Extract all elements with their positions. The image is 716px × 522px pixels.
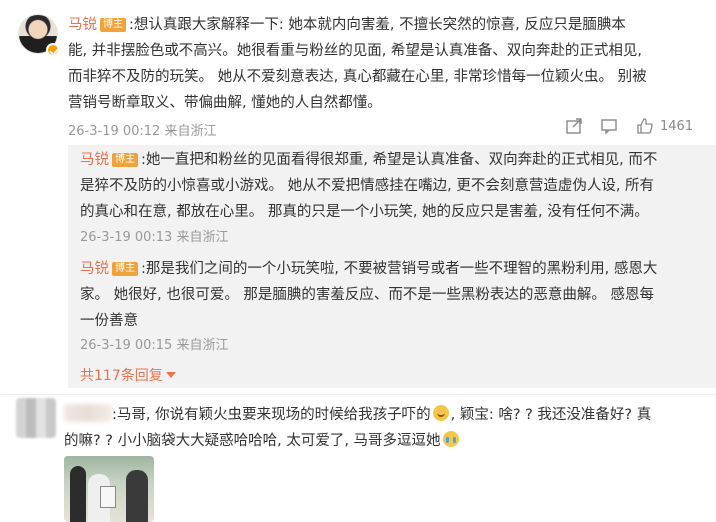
reply-meta: 26-3-19 00:13 来自浙江: [80, 226, 229, 245]
comment-text: 马锐 博主:想认真跟大家解释一下: 她本就内向害羞, 不擅长突然的惊喜, 反应只是…: [68, 12, 708, 116]
reply-meta: 26-3-19 00:15 来自浙江: [80, 334, 229, 353]
reply-line: 马锐 博主:那是我们之间的一个小玩笑啦, 不要被营销号或者一些不理智的黑粉利用, …: [80, 261, 658, 277]
sign-board: [100, 486, 116, 508]
image-thumbnail[interactable]: [64, 456, 154, 522]
comment-text: :马哥, 你说有颖火虫要来现场的时候给我孩子吓的, 颖宝: 啥? ? 我还没准备…: [112, 402, 712, 428]
reply-author[interactable]: 马锐: [80, 152, 109, 168]
author-badge: 博主: [112, 153, 138, 167]
reply-text: 马锐 博主:那是我们之间的一个小玩笑啦, 不要被营销号或者一些不理智的黑粉利用, …: [80, 256, 710, 334]
reply-timestamp: 26-3-19 00:15: [80, 338, 173, 353]
comment-line: 的嘛? ? 小小脑袋大大疑惑哈哈哈, 太可爱了, 马哥多逗逗她: [64, 428, 704, 454]
avatar[interactable]: [16, 398, 56, 438]
chevron-down-icon: [165, 372, 176, 378]
reply-line: 家。 她很好, 也很可爱。 那是腼腆的害羞反应、而不是一些黑粉表达的恶意曲解。 …: [80, 287, 655, 303]
comment-line: 而非猝不及防的玩笑。 她从不爱刻意表达, 真心都藏在心里, 非常珍惜每一位颖火虫…: [68, 69, 647, 85]
reply-text: 马锐 博主:她一直把和粉丝的见面看得很郑重, 希望是认真准备、双向奔赴的正式相见,…: [80, 147, 710, 225]
comment-line: 马锐 博主:想认真跟大家解释一下: 她本就内向害羞, 不擅长突然的惊喜, 反应只是…: [68, 17, 626, 33]
reply-line: 马锐 博主:她一直把和粉丝的见面看得很郑重, 希望是认真准备、双向奔赴的正式相见,…: [80, 152, 658, 168]
person-figure: [126, 470, 148, 522]
comment-line: :马哥, 你说有颖火虫要来现场的时候给我孩子吓的, 颖宝: 啥? ? 我还没准备…: [112, 405, 652, 423]
comment-item-main: 马锐 博主:想认真跟大家解释一下: 她本就内向害羞, 不擅长突然的惊喜, 反应只是…: [0, 0, 716, 388]
share-icon[interactable]: [565, 117, 583, 135]
author-badge: 博主: [100, 18, 126, 32]
comment-line: 能, 并非摆脸色或不高兴。她很看重与粉丝的见面, 希望是认真准备、双向奔赴的正式…: [68, 43, 643, 59]
comment-text: 的嘛? ? 小小脑袋大大疑惑哈哈哈, 太可爱了, 马哥多逗逗她: [64, 428, 704, 454]
comment-line: 营销号断章取义、带偏曲解, 懂她的人自然都懂。: [68, 95, 382, 111]
reply-line: 的真心和在意, 都放在心里。 那真的只是一个小玩笑, 她的反应只是害羞, 没有任…: [80, 204, 649, 220]
comment-author[interactable]: 马锐: [68, 17, 97, 33]
comment-timestamp: 26-3-19 00:12: [68, 124, 161, 139]
comment-meta: 26-3-19 00:12 来自浙江: [68, 120, 217, 139]
reply-timestamp: 26-3-19 00:13: [80, 230, 173, 245]
verified-badge-icon: [46, 43, 60, 57]
shy-emoji-icon: [432, 405, 449, 421]
reply-location: 来自浙江: [176, 338, 229, 353]
more-replies-link[interactable]: 共117条回复: [80, 365, 176, 385]
author-badge: 博主: [112, 262, 138, 276]
divider: [0, 394, 716, 395]
reply-line: 一份善意: [80, 313, 138, 329]
comment-icon[interactable]: [600, 117, 618, 135]
person-figure: [70, 466, 86, 522]
comment-author[interactable]: [64, 404, 112, 422]
reply-line: 是猝不及防的小惊喜或小游戏。 她从不爱把情感挂在嘴边, 更不会刻意营造虚伪人设,…: [80, 178, 655, 194]
like-count: 1461: [660, 119, 694, 134]
reply-location: 来自浙江: [176, 230, 229, 245]
comment-location: 来自浙江: [164, 124, 217, 139]
crying-laugh-emoji-icon: [442, 431, 459, 447]
thumbs-up-icon[interactable]: [636, 117, 654, 135]
reply-author[interactable]: 马锐: [80, 261, 109, 277]
